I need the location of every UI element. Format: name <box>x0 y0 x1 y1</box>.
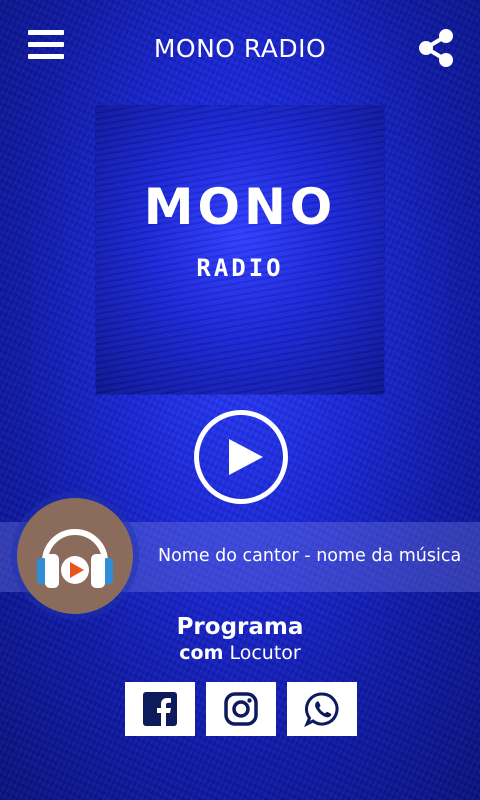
top-bar: MONO RADIO <box>0 0 480 100</box>
logo-main-text: MONO <box>143 178 337 236</box>
program-host-name: Locutor <box>229 642 301 664</box>
social-links <box>125 682 357 736</box>
station-cover-art: MONO RADIO <box>96 106 384 394</box>
whatsapp-button[interactable] <box>287 682 357 736</box>
play-icon <box>229 439 263 475</box>
share-button[interactable] <box>418 28 454 68</box>
program-host-prefix: com <box>179 642 224 664</box>
headphones-icon <box>37 529 113 588</box>
whatsapp-icon <box>304 692 339 727</box>
instagram-icon <box>224 692 258 726</box>
now-playing-text: Nome do cantor - nome da música <box>158 546 462 566</box>
app-title: MONO RADIO <box>153 34 327 63</box>
instagram-button[interactable] <box>206 682 276 736</box>
facebook-icon <box>143 692 177 726</box>
facebook-button[interactable] <box>125 682 195 736</box>
program-info: Programa com Locutor <box>0 614 480 664</box>
program-avatar <box>17 498 133 614</box>
share-icon <box>419 29 453 67</box>
logo-sub-text: RADIO <box>196 254 284 282</box>
program-host: com Locutor <box>0 642 480 664</box>
play-button[interactable] <box>194 410 288 504</box>
program-title: Programa <box>176 614 304 640</box>
